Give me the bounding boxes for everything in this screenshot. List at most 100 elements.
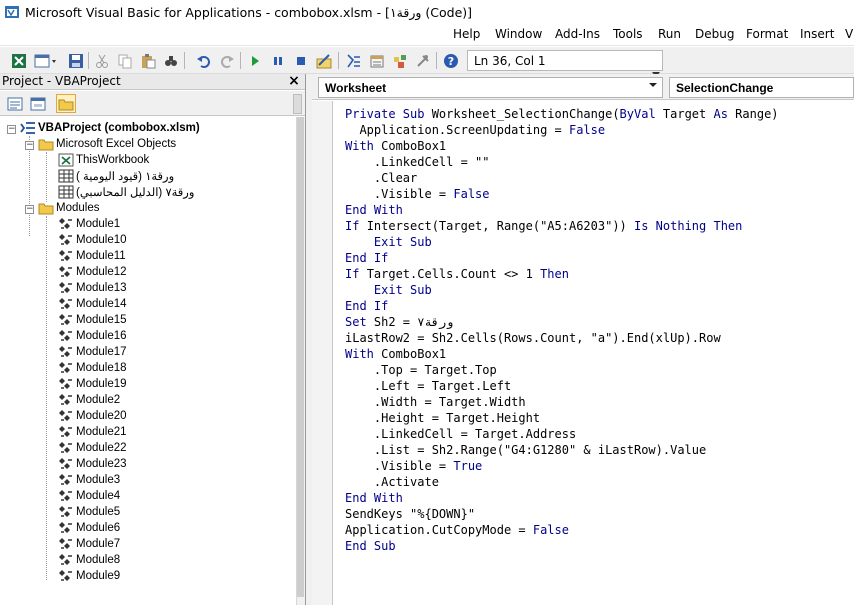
code-keyword: ByVal xyxy=(619,107,663,121)
tree-item-thisworkbook[interactable]: ThisWorkbook xyxy=(58,152,149,168)
undo-icon[interactable] xyxy=(195,52,213,69)
code-keyword: Exit Sub xyxy=(345,283,432,297)
tree-scroll-thumb[interactable] xyxy=(297,117,304,597)
tree-item-sheet1[interactable]: ورقة١ (قيود اليومية ) xyxy=(58,168,174,184)
tree-item-module[interactable]: Module6 xyxy=(58,520,120,536)
menu-add-ins[interactable]: Add-Ins xyxy=(555,27,600,41)
view-object-icon[interactable] xyxy=(28,94,48,113)
collapse-objects-icon[interactable]: − xyxy=(25,141,34,150)
collapse-root-icon[interactable]: − xyxy=(7,125,16,134)
tree-item-module[interactable]: Module14 xyxy=(58,296,127,312)
run-icon[interactable] xyxy=(246,52,264,69)
tree-item-module[interactable]: Module23 xyxy=(58,456,127,472)
menu-bar: Help Window Add-Ins Tools Run Debug Form… xyxy=(0,24,854,46)
toolbar-scroll-icon[interactable] xyxy=(293,94,302,114)
help-icon[interactable]: ? xyxy=(442,52,460,69)
design-mode-icon[interactable] xyxy=(315,52,333,69)
procedure-dropdown[interactable]: SelectionChange xyxy=(669,77,854,98)
object-browser-icon[interactable] xyxy=(391,52,409,69)
tree-item-module[interactable]: Module13 xyxy=(58,280,127,296)
menu-view[interactable]: Vi xyxy=(845,27,854,41)
code-editor[interactable]: Private Sub Worksheet_SelectionChange(By… xyxy=(345,106,854,602)
save-icon[interactable] xyxy=(67,52,85,69)
excel-view-icon[interactable] xyxy=(10,52,28,69)
properties-icon[interactable] xyxy=(368,52,386,69)
cut-icon[interactable] xyxy=(93,52,111,69)
menu-insert[interactable]: Insert xyxy=(800,27,834,41)
tree-item-module[interactable]: Module17 xyxy=(58,344,127,360)
project-toolbar xyxy=(0,91,305,116)
project-explorer-icon[interactable] xyxy=(345,52,363,69)
code-text: .List = Sh2.Range("G4:G1280" & iLastRow)… xyxy=(345,443,707,457)
tree-item-module[interactable]: Module7 xyxy=(58,536,120,552)
code-text: .Height = Target.Height xyxy=(345,411,541,425)
menu-help[interactable]: Help xyxy=(453,27,480,41)
object-label: ورقة١ (قيود اليومية ) xyxy=(76,171,175,183)
tree-folder-excel-objects[interactable]: Microsoft Excel Objects xyxy=(38,136,176,152)
tree-item-module[interactable]: Module15 xyxy=(58,312,127,328)
tree-item-module[interactable]: Module3 xyxy=(58,472,120,488)
module-label: Module6 xyxy=(76,522,121,534)
code-keyword: If xyxy=(345,219,367,233)
close-panel-button[interactable]: × xyxy=(287,74,301,90)
tree-item-module[interactable]: Module10 xyxy=(58,232,127,248)
code-keyword: End If xyxy=(345,251,389,265)
collapse-modules-icon[interactable]: − xyxy=(25,205,34,214)
code-text: .Visible = xyxy=(345,459,454,473)
svg-text:?: ? xyxy=(448,55,454,68)
tree-item-module[interactable]: Module19 xyxy=(58,376,127,392)
tree-item-module[interactable]: Module21 xyxy=(58,424,127,440)
menu-run[interactable]: Run xyxy=(658,27,681,41)
redo-icon[interactable] xyxy=(218,52,236,69)
tree-folder-modules[interactable]: Modules xyxy=(38,200,99,216)
menu-format[interactable]: Format xyxy=(746,27,788,41)
tree-item-sheet7[interactable]: ورقة٧ (الدليل المحاسبي) xyxy=(58,184,194,200)
module-icon xyxy=(58,312,74,328)
tree-item-module[interactable]: Module1 xyxy=(58,216,120,232)
code-line: End If xyxy=(345,250,854,266)
code-text: Application.ScreenUpdating = xyxy=(345,123,569,137)
break-icon[interactable] xyxy=(269,52,287,69)
tree-item-module[interactable]: Module4 xyxy=(58,488,120,504)
tree-item-module[interactable]: Module5 xyxy=(58,504,120,520)
object-dropdown[interactable]: Worksheet xyxy=(318,77,663,98)
tree-item-module[interactable]: Module20 xyxy=(58,408,127,424)
menu-window[interactable]: Window xyxy=(495,27,542,41)
toolbar-overflow-icon[interactable] xyxy=(652,66,660,77)
menu-debug[interactable]: Debug xyxy=(695,27,734,41)
module-icon xyxy=(58,504,74,520)
insert-userform-icon[interactable] xyxy=(33,52,59,69)
tree-item-module[interactable]: Module8 xyxy=(58,552,120,568)
object-dropdown-arrow-icon[interactable] xyxy=(649,83,657,87)
paste-icon[interactable] xyxy=(139,52,157,69)
reset-icon[interactable] xyxy=(292,52,310,69)
code-margin-indicator-bar[interactable] xyxy=(312,101,333,605)
code-text: Target xyxy=(662,107,714,121)
menu-tools[interactable]: Tools xyxy=(613,27,643,41)
code-keyword: End With xyxy=(345,203,403,217)
module-icon xyxy=(58,392,74,408)
tree-item-module[interactable]: Module12 xyxy=(58,264,127,280)
tree-item-module[interactable]: Module18 xyxy=(58,360,127,376)
tree-item-module[interactable]: Module16 xyxy=(58,328,127,344)
module-label: Module18 xyxy=(76,362,127,374)
tree-item-module[interactable]: Module9 xyxy=(58,568,120,584)
tree-root-vbaproject[interactable]: VBAProject (combobox.xlsm) xyxy=(20,120,200,136)
tree-item-module[interactable]: Module11 xyxy=(58,248,126,264)
code-line: .List = Sh2.Range("G4:G1280" & iLastRow)… xyxy=(345,442,854,458)
tree-item-module[interactable]: Module2 xyxy=(58,392,120,408)
tree-item-module[interactable]: Module22 xyxy=(58,440,127,456)
find-icon[interactable] xyxy=(162,52,180,69)
module-label: Module12 xyxy=(76,266,127,278)
view-code-icon[interactable] xyxy=(5,94,25,113)
copy-icon[interactable] xyxy=(116,52,134,69)
code-keyword: End If xyxy=(345,299,389,313)
toolbox-icon[interactable] xyxy=(414,52,432,69)
module-label: Module9 xyxy=(76,570,121,582)
toolbar-separator xyxy=(184,52,185,69)
tree-guide-line xyxy=(46,152,47,202)
toggle-folders-icon[interactable] xyxy=(56,94,76,113)
code-keyword: False xyxy=(532,523,569,537)
module-label: Module19 xyxy=(76,378,127,390)
code-text: .Left = Target.Left xyxy=(345,379,512,393)
